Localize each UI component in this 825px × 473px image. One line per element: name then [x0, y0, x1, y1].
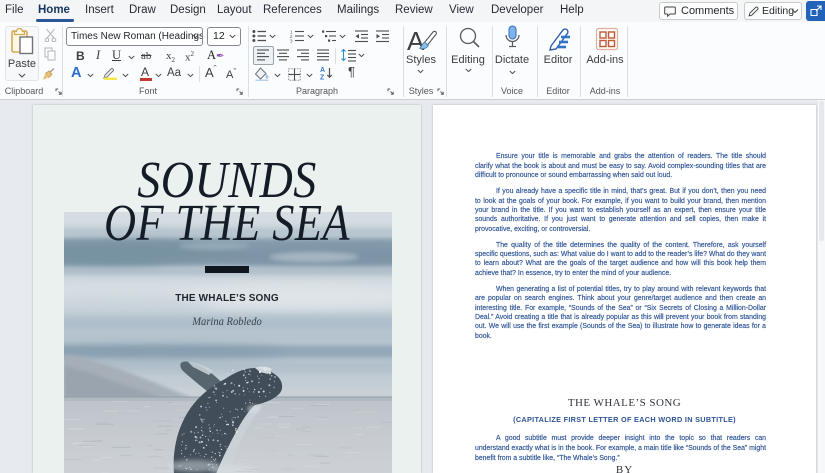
- svg-text:A: A: [320, 67, 325, 74]
- svg-text:3: 3: [290, 39, 293, 44]
- svg-text:Z: Z: [320, 75, 325, 81]
